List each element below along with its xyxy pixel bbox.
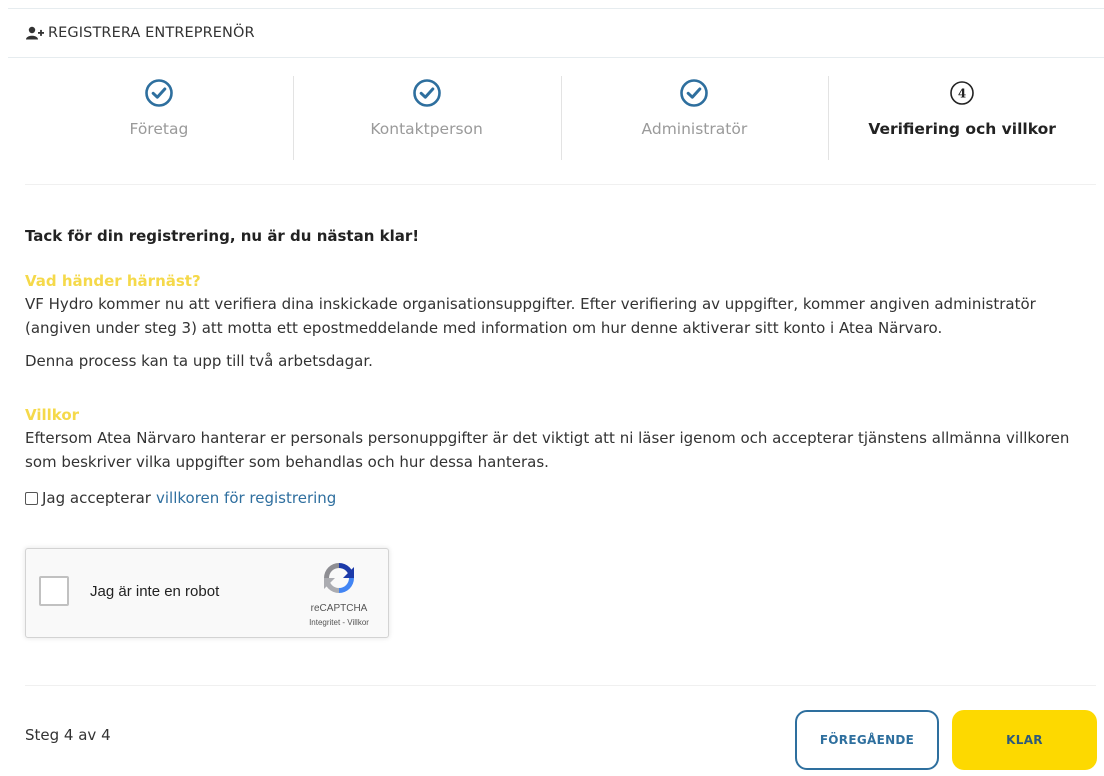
step-label: Verifiering och villkor: [868, 120, 1056, 138]
page-title: REGISTRERA ENTREPRENÖR: [48, 25, 255, 41]
accept-terms-row: Jag accepterar villkoren för registrerin…: [25, 486, 1100, 510]
thanks-heading: Tack för din registrering, nu är du näst…: [25, 227, 420, 245]
step-verifiering: 4 Verifiering och villkor: [828, 72, 1096, 168]
step-number-icon: 4: [950, 81, 974, 105]
process-text: Denna process kan ta upp till två arbets…: [25, 352, 373, 370]
accept-terms-label: Jag accepterar: [42, 489, 151, 507]
registration-page: REGISTRERA ENTREPRENÖR Företag Kontaktpe…: [0, 0, 1104, 776]
main-content: Tack för din registrering, nu är du näst…: [25, 224, 1100, 510]
panel-header: REGISTRERA ENTREPRENÖR: [8, 8, 1104, 58]
terms-link[interactable]: villkoren för registrering: [156, 486, 336, 510]
done-button[interactable]: KLAR: [952, 710, 1097, 770]
step-foretag: Företag: [25, 72, 293, 168]
previous-button[interactable]: FÖREGÅENDE: [795, 710, 939, 770]
recaptcha-brand: reCAPTCHA: [310, 603, 368, 614]
terms-heading: Villkor: [25, 406, 80, 424]
divider: [25, 184, 1096, 185]
accept-terms-checkbox[interactable]: [25, 491, 38, 505]
progress-steps: Företag Kontaktperson Administratör 4 Ve…: [25, 72, 1096, 168]
step-label: Företag: [129, 120, 189, 138]
next-steps-text: VF Hydro kommer nu att verifiera dina in…: [25, 295, 1036, 337]
terms-text: Eftersom Atea Närvaro hanterar er person…: [25, 429, 1070, 471]
check-circle-icon: [145, 79, 173, 107]
step-label: Kontaktperson: [370, 120, 483, 138]
step-kontaktperson: Kontaktperson: [292, 72, 561, 168]
step-counter: Steg 4 av 4: [25, 726, 111, 744]
step-number: 4: [958, 87, 966, 101]
step-administrator: Administratör: [560, 72, 829, 168]
add-user-icon: [26, 26, 44, 40]
check-circle-icon: [680, 79, 709, 107]
next-steps-heading: Vad händer härnäst?: [25, 272, 201, 290]
check-circle-icon: [412, 79, 441, 107]
divider: [25, 685, 1096, 686]
recaptcha-checkbox[interactable]: [39, 576, 69, 606]
recaptcha-privacy-terms-links[interactable]: Integritet - Villkor: [296, 618, 382, 627]
recaptcha-widget: Jag är inte en robot reCAPTCHA Integrite…: [25, 548, 389, 638]
recaptcha-logo-icon: [324, 563, 354, 593]
recaptcha-label: Jag är inte en robot: [90, 583, 220, 600]
step-label: Administratör: [641, 120, 748, 138]
